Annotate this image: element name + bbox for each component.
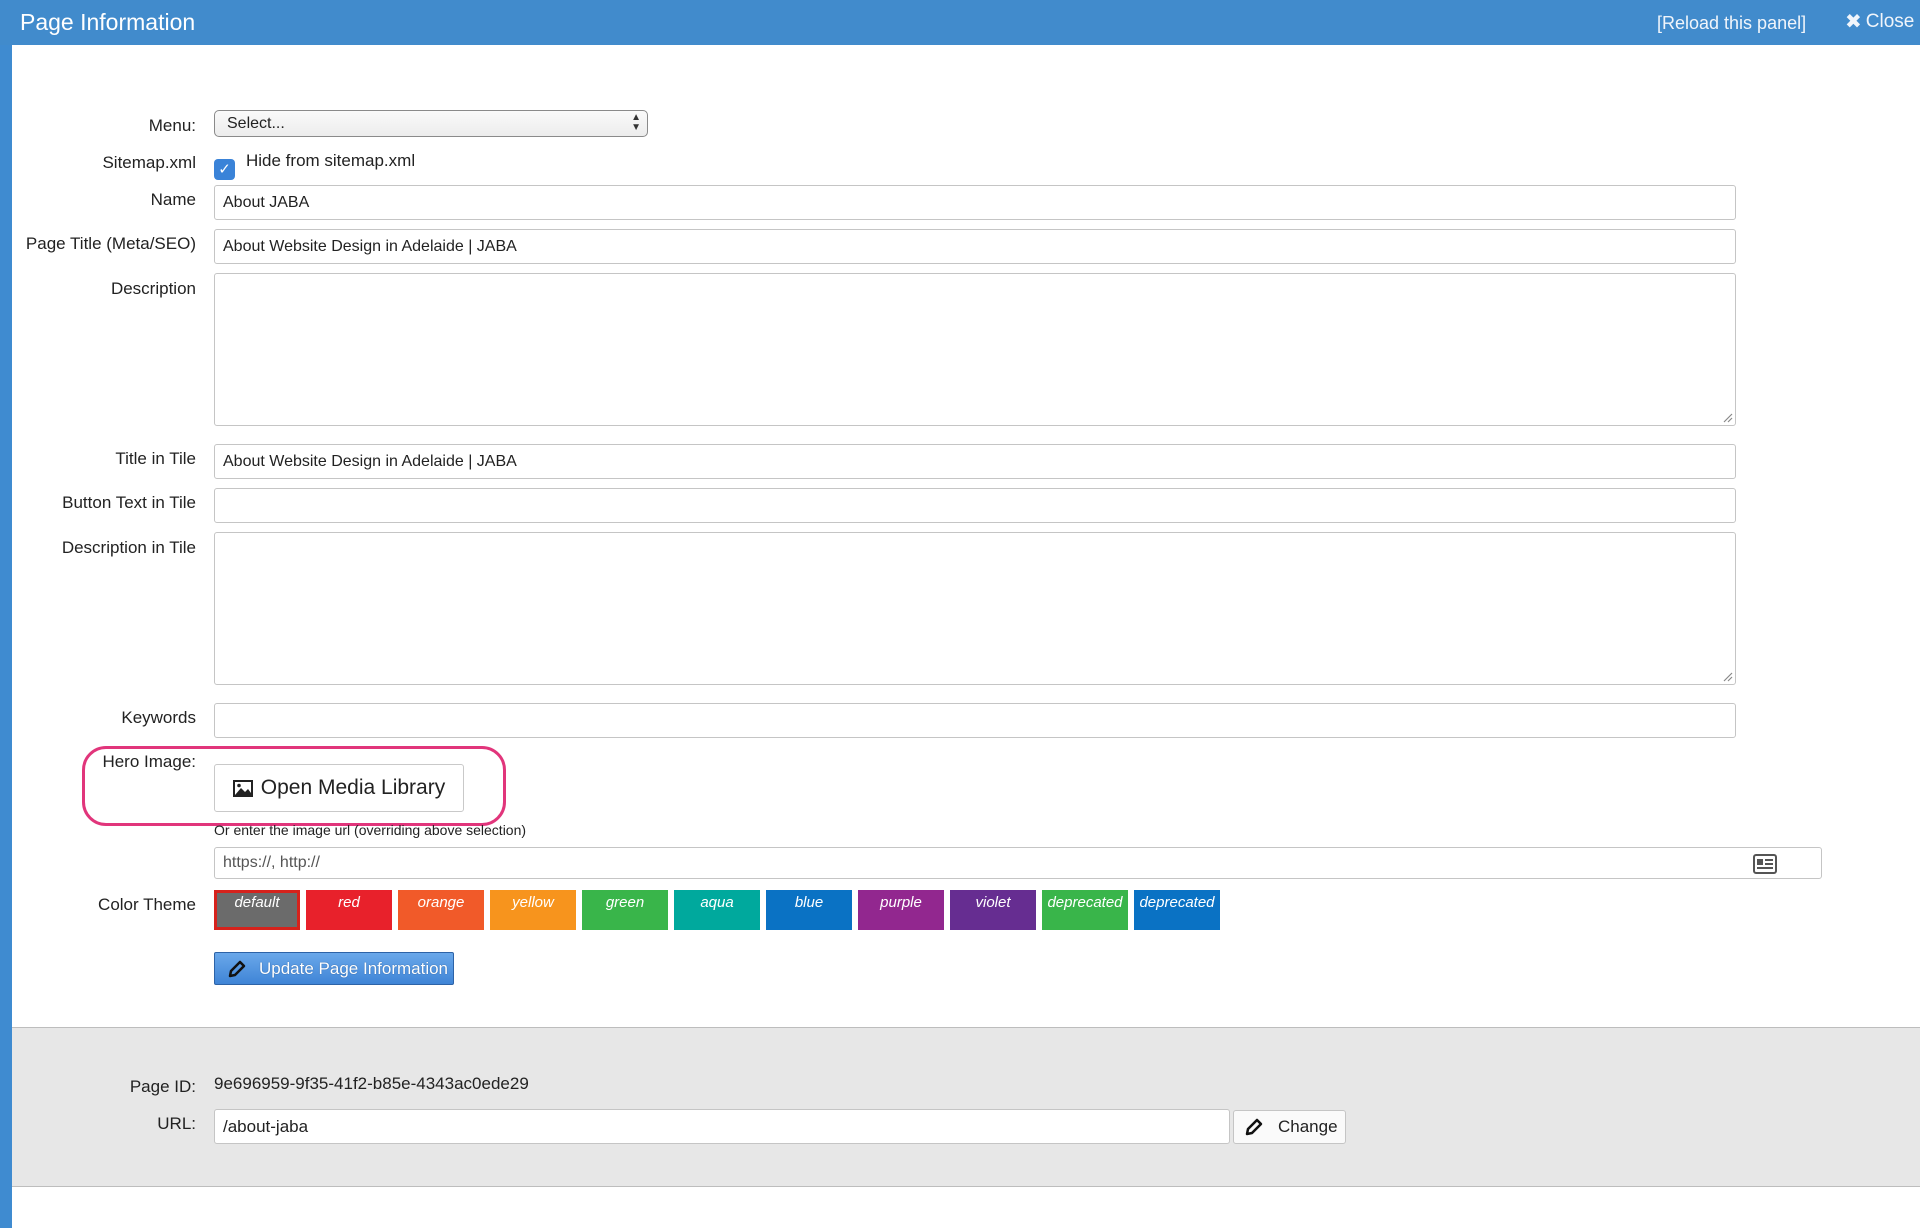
resize-handle-icon[interactable] <box>1721 411 1733 423</box>
keywords-label: Keywords <box>121 708 196 727</box>
swatch-deprecated-green[interactable]: deprecated <box>1042 890 1128 930</box>
image-icon <box>232 779 253 797</box>
swatch-red[interactable]: red <box>306 890 392 930</box>
change-url-label: Change <box>1278 1117 1338 1136</box>
page-id-value: 9e696959-9f35-41f2-b85e-4343ac0ede29 <box>214 1074 529 1093</box>
page-title-label: Page Title (Meta/SEO) <box>25 234 196 253</box>
hero-image-label: Hero Image: <box>102 752 196 771</box>
description-textarea[interactable] <box>214 273 1736 426</box>
page-title-input[interactable]: About Website Design in Adelaide | JABA <box>214 229 1736 264</box>
change-url-button[interactable]: Change <box>1233 1110 1346 1144</box>
name-label: Name <box>150 190 196 209</box>
menu-label: Menu: <box>148 116 196 135</box>
swatch-deprecated-blue[interactable]: deprecated <box>1134 890 1220 930</box>
open-media-library-button[interactable]: Open Media Library <box>214 764 464 812</box>
update-page-information-label: Update Page Information <box>259 958 449 978</box>
page-id-label: Page ID: <box>129 1077 196 1096</box>
reload-panel-link[interactable]: [Reload this panel] <box>1657 13 1806 34</box>
color-theme-label: Color Theme <box>98 895 196 914</box>
description-label: Description <box>110 279 196 298</box>
close-icon: ✖ <box>1845 11 1862 33</box>
select-arrows-icon: ▲ ▼ <box>631 112 641 133</box>
close-label: Close <box>1865 11 1915 32</box>
check-icon: ✓ <box>218 161 231 178</box>
keywords-input[interactable] <box>214 703 1736 738</box>
swatch-default[interactable]: default <box>214 890 300 930</box>
url-label: URL: <box>157 1114 196 1133</box>
description-in-tile-label: Description in Tile <box>61 538 196 557</box>
title-in-tile-label: Title in Tile <box>115 449 196 468</box>
swatch-purple[interactable]: purple <box>858 890 944 930</box>
image-url-placeholder: https://, http:// <box>223 854 320 871</box>
name-input[interactable]: About JABA <box>214 185 1736 220</box>
url-input[interactable]: /about-jaba <box>214 1109 1230 1144</box>
panel-header: Page Information [Reload this panel] ✖ C… <box>0 0 1920 45</box>
panel-title: Page Information <box>20 9 196 35</box>
swatch-orange[interactable]: orange <box>398 890 484 930</box>
swatch-violet[interactable]: violet <box>950 890 1036 930</box>
open-media-library-label: Open Media Library <box>260 776 446 799</box>
sitemap-label: Sitemap.xml <box>102 153 196 172</box>
page-meta-panel <box>12 1027 1920 1187</box>
pencil-icon <box>1245 1118 1263 1136</box>
resize-handle-icon[interactable] <box>1721 670 1733 682</box>
swatch-blue[interactable]: blue <box>766 890 852 930</box>
swatch-aqua[interactable]: aqua <box>674 890 760 930</box>
hide-from-sitemap-label: Hide from sitemap.xml <box>246 151 416 170</box>
update-page-information-button[interactable]: Update Page Information <box>214 952 454 985</box>
hide-from-sitemap-checkbox[interactable]: ✓ <box>214 159 235 180</box>
image-url-hint: Or enter the image url (overriding above… <box>214 822 527 838</box>
swatch-green[interactable]: green <box>582 890 668 930</box>
pencil-icon <box>228 960 246 977</box>
title-in-tile-input[interactable]: About Website Design in Adelaide | JABA <box>214 444 1736 479</box>
swatch-yellow[interactable]: yellow <box>490 890 576 930</box>
image-url-input[interactable]: https://, http:// <box>214 847 1822 879</box>
button-text-in-tile-label: Button Text in Tile <box>62 493 196 512</box>
description-in-tile-textarea[interactable] <box>214 532 1736 685</box>
close-button[interactable]: ✖ Close <box>1845 11 1914 33</box>
menu-select[interactable]: Select... ▲ ▼ <box>214 110 648 137</box>
menu-select-value: Select... <box>227 115 285 132</box>
left-edge-strip <box>0 0 12 1228</box>
address-card-icon[interactable] <box>1753 854 1777 874</box>
button-text-in-tile-input[interactable] <box>214 488 1736 523</box>
